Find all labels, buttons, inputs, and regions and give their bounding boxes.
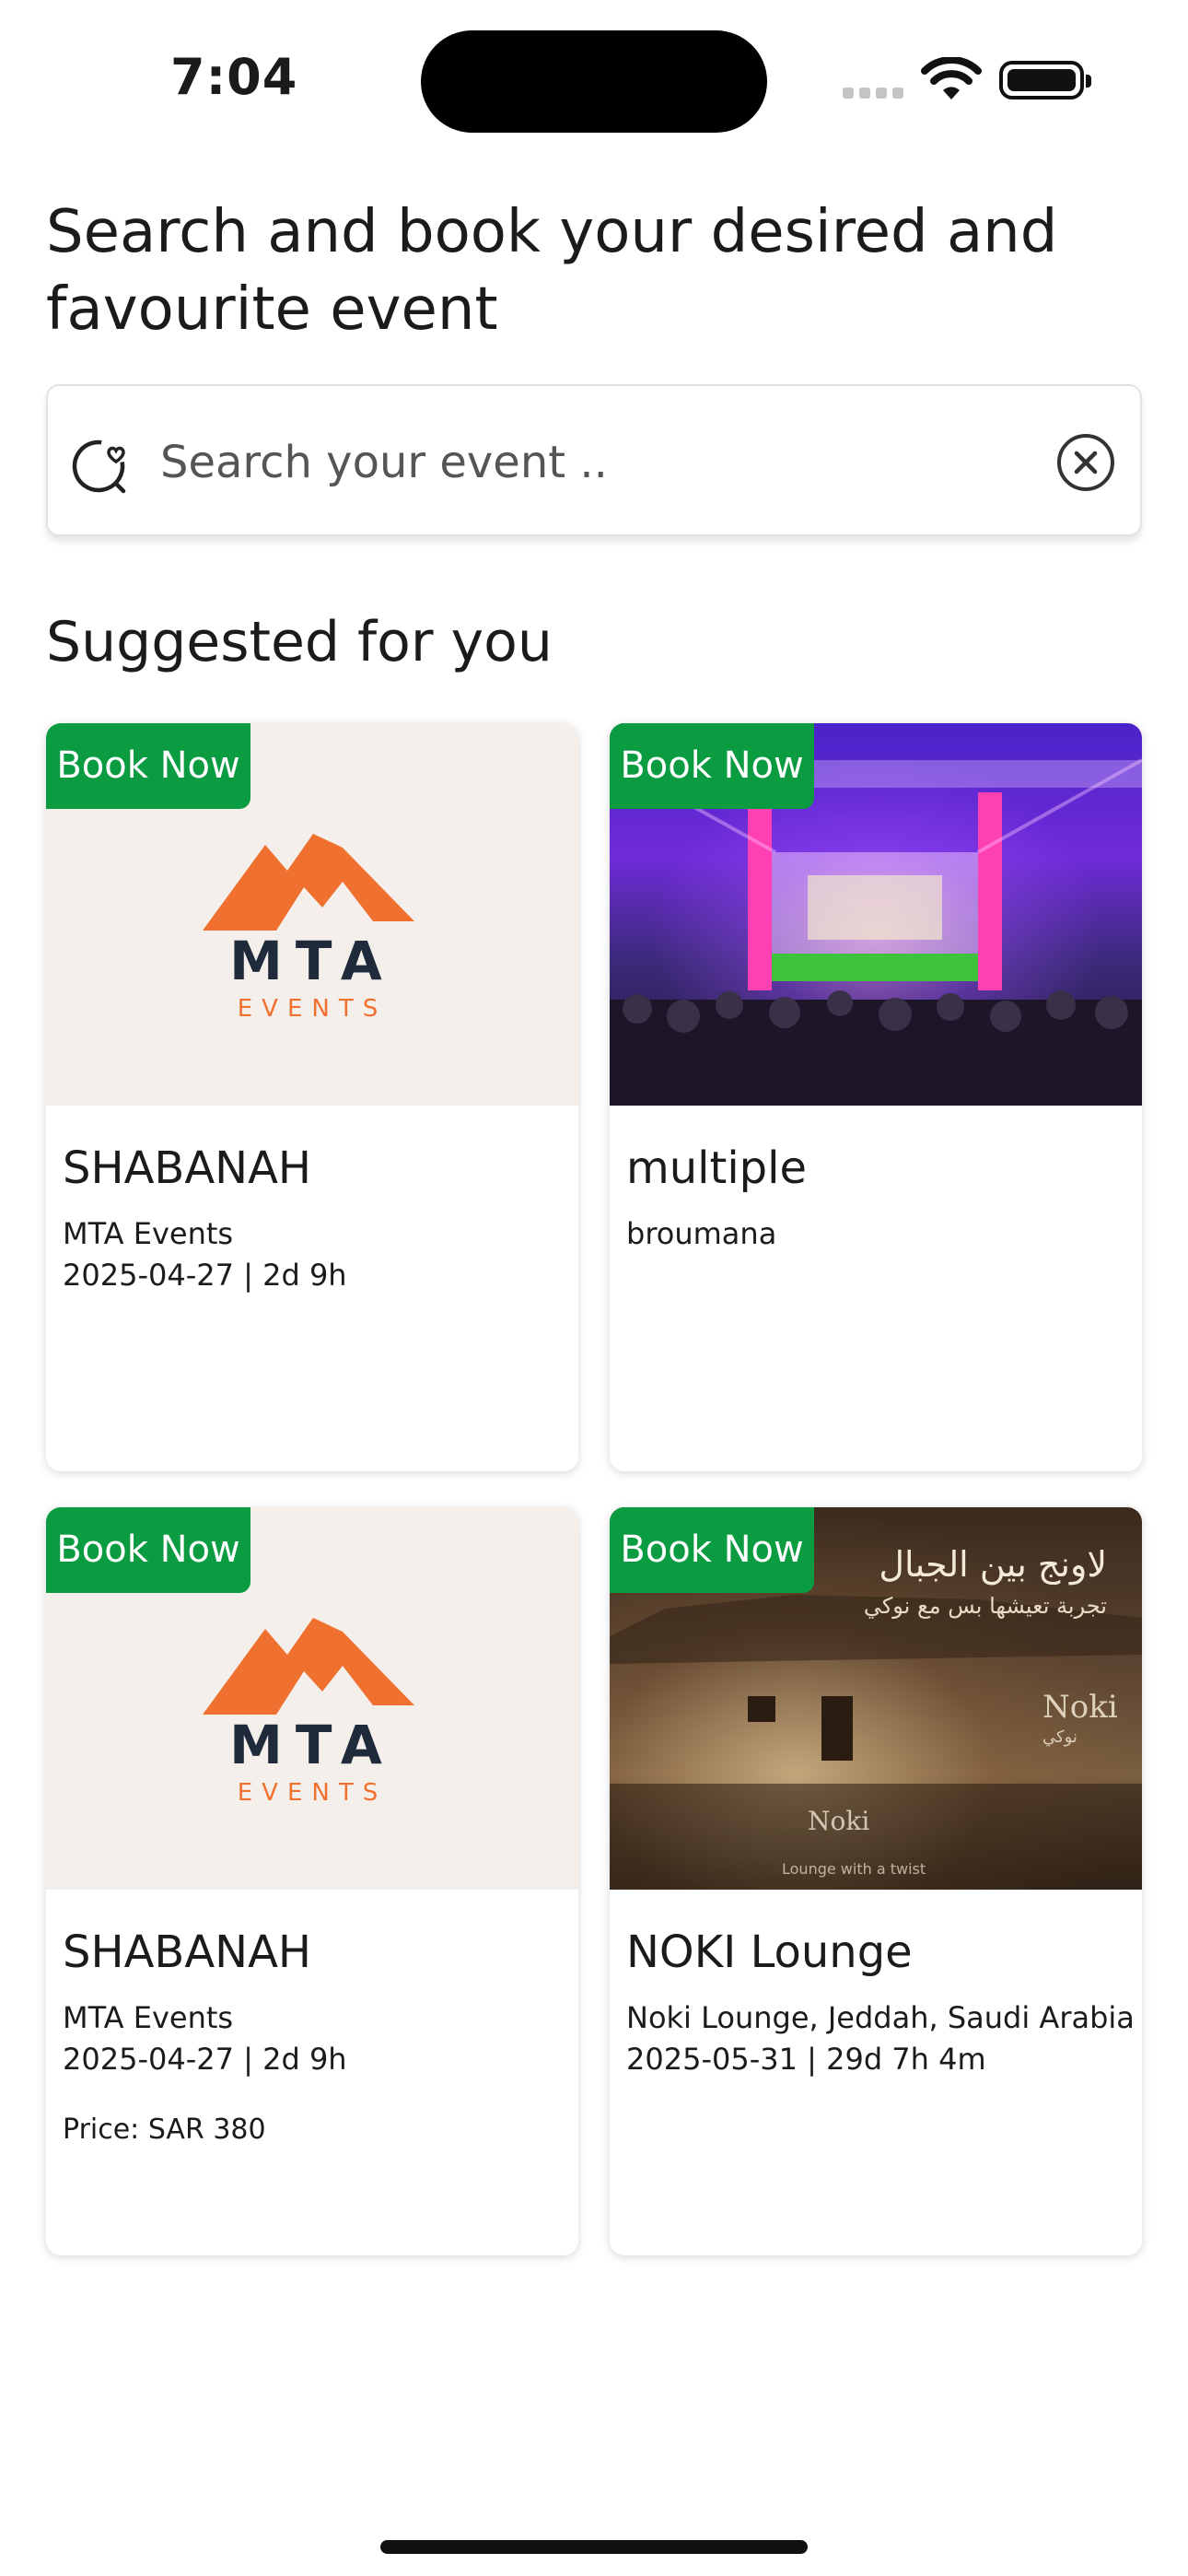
status-bar: 7:04 [0, 0, 1188, 138]
event-date: 2025-04-27 | 2d 9h [63, 2042, 347, 2077]
book-now-button[interactable]: Book Now [610, 723, 814, 809]
event-card[interactable]: لاونج بين الجبال تجربة تعيشها بس مع نوكي… [610, 1507, 1142, 2255]
svg-text:لاونج بين الجبال: لاونج بين الجبال [879, 1544, 1107, 1586]
svg-text:MTA: MTA [229, 930, 395, 992]
event-title: SHABANAH [63, 1142, 311, 1194]
svg-text:EVENTS: EVENTS [238, 995, 387, 1023]
clear-search-button[interactable] [1055, 432, 1116, 493]
svg-text:Noki: Noki [1042, 1689, 1118, 1726]
svg-text:نوكي: نوكي [1042, 1727, 1077, 1747]
event-card[interactable]: Book Now multiple broumana [610, 723, 1142, 1471]
event-price: Price: SAR 380 [63, 2113, 266, 2146]
cellular-signal-icon [843, 85, 909, 102]
svg-text:Noki: Noki [808, 1806, 869, 1836]
event-date: 2025-04-27 | 2d 9h [63, 1258, 347, 1293]
search-input[interactable] [158, 423, 991, 502]
svg-text:Lounge with a twist: Lounge with a twist [782, 1860, 926, 1878]
dynamic-island [421, 30, 767, 133]
event-title: multiple [626, 1142, 808, 1194]
event-organizer: MTA Events [63, 2000, 234, 2035]
search-heart-icon [72, 439, 126, 494]
event-card[interactable]: MTA EVENTS Book Now SHABANAH MTA Events … [46, 723, 578, 1471]
battery-icon [999, 61, 1091, 100]
event-organizer: MTA Events [63, 1216, 234, 1251]
home-indicator[interactable] [380, 2540, 808, 2554]
section-title-suggested: Suggested for you [46, 610, 553, 674]
event-title: SHABANAH [63, 1926, 311, 1978]
event-location: Noki Lounge, Jeddah, Saudi Arabia [626, 2000, 1135, 2035]
event-title: NOKI Lounge [626, 1926, 913, 1978]
wifi-icon [921, 57, 982, 100]
search-bar[interactable] [46, 384, 1142, 536]
page-title: Search and book your desired and favouri… [46, 198, 1058, 344]
svg-text:EVENTS: EVENTS [238, 1779, 387, 1807]
event-card[interactable]: MTA EVENTS Book Now SHABANAH MTA Events … [46, 1507, 578, 2255]
book-now-button[interactable]: Book Now [46, 723, 250, 809]
status-time: 7:04 [170, 48, 298, 106]
svg-text:MTA: MTA [229, 1714, 395, 1776]
event-date: 2025-05-31 | 29d 7h 4m [626, 2042, 986, 2077]
book-now-button[interactable]: Book Now [46, 1507, 250, 1593]
event-location: broumana [626, 1216, 777, 1251]
svg-text:تجربة تعيشها بس مع نوكي: تجربة تعيشها بس مع نوكي [864, 1593, 1107, 1619]
book-now-button[interactable]: Book Now [610, 1507, 814, 1593]
